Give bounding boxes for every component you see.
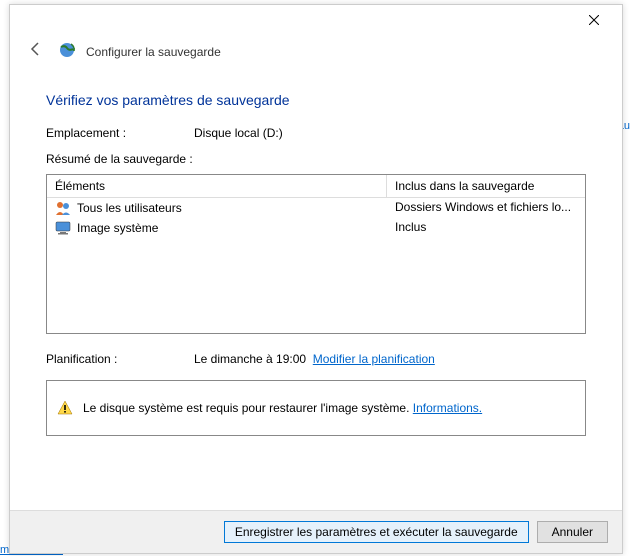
location-label: Emplacement : <box>46 126 194 140</box>
monitor-icon <box>55 220 71 236</box>
summary-table: Éléments Inclus dans la sauvegarde Tous … <box>46 174 586 334</box>
schedule-row: Planification : Le dimanche à 19:00 Modi… <box>46 352 586 366</box>
schedule-value: Le dimanche à 19:00 <box>194 352 306 366</box>
col-included[interactable]: Inclus dans la sauvegarde <box>387 175 585 197</box>
table-row[interactable]: Image système Inclus <box>47 218 585 238</box>
row-label: Image système <box>77 221 158 235</box>
warning-text: Le disque système est requis pour restau… <box>83 401 482 415</box>
close-button[interactable] <box>574 6 614 34</box>
users-icon <box>55 200 71 216</box>
table-header: Éléments Inclus dans la sauvegarde <box>47 175 585 198</box>
table-row[interactable]: Tous les utilisateurs Dossiers Windows e… <box>47 198 585 218</box>
globe-refresh-icon <box>58 41 76 62</box>
col-elements[interactable]: Éléments <box>47 175 387 197</box>
row-value: Dossiers Windows et fichiers lo... <box>387 199 585 217</box>
page-heading: Vérifiez vos paramètres de sauvegarde <box>46 92 586 108</box>
footer: Enregistrer les paramètres et exécuter l… <box>10 510 622 553</box>
back-button[interactable] <box>24 39 48 64</box>
warning-icon <box>57 400 73 416</box>
location-value: Disque local (D:) <box>194 126 283 140</box>
change-schedule-link[interactable]: Modifier la planification <box>313 352 435 366</box>
summary-label: Résumé de la sauvegarde : <box>46 152 586 166</box>
cancel-button[interactable]: Annuler <box>537 521 608 543</box>
information-link[interactable]: Informations. <box>413 401 482 415</box>
close-icon <box>589 15 599 25</box>
back-arrow-icon <box>28 41 44 57</box>
dialog-window: Configurer la sauvegarde Vérifiez vos pa… <box>9 4 623 554</box>
header: Configurer la sauvegarde <box>10 35 622 70</box>
row-label: Tous les utilisateurs <box>77 201 182 215</box>
warning-box: Le disque système est requis pour restau… <box>46 380 586 436</box>
schedule-label: Planification : <box>46 352 194 366</box>
save-and-run-button[interactable]: Enregistrer les paramètres et exécuter l… <box>224 521 529 543</box>
location-row: Emplacement : Disque local (D:) <box>46 126 586 140</box>
dialog-title: Configurer la sauvegarde <box>86 45 221 59</box>
titlebar <box>10 5 622 35</box>
row-value: Inclus <box>387 219 585 237</box>
content: Vérifiez vos paramètres de sauvegarde Em… <box>10 70 622 510</box>
